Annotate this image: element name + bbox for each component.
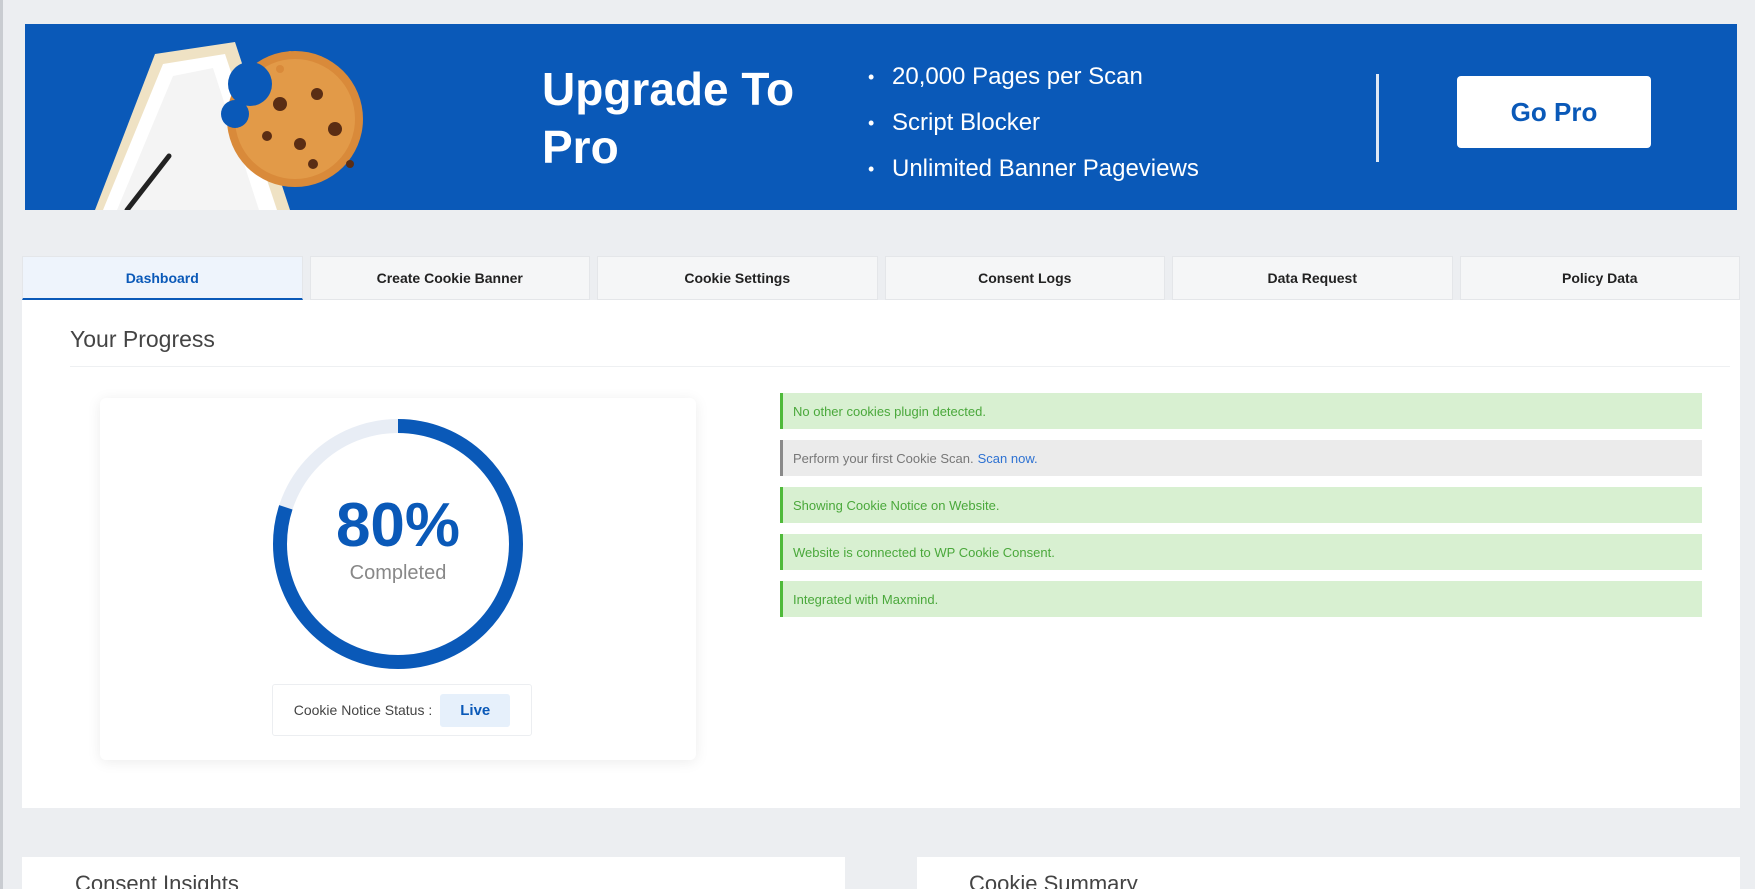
progress-completed-label: Completed <box>349 562 447 584</box>
banner-feature-item: Script Blocker <box>868 100 1199 146</box>
cookie-summary-card: Cookie Summary <box>917 857 1740 889</box>
tab-policy-data[interactable]: Policy Data <box>1459 256 1740 300</box>
banner-title: Upgrade To Pro <box>542 63 795 173</box>
notice-text: Showing Cookie Notice on Website. <box>793 497 1000 513</box>
status-label: Cookie Notice Status : <box>293 702 433 718</box>
status-badge: Live <box>440 693 511 727</box>
progress-card: 80% Completed Cookie Notice Status : Liv… <box>100 398 696 760</box>
cookie-notice-status: Cookie Notice Status : Live <box>272 684 532 736</box>
tab-dashboard[interactable]: Dashboard <box>22 256 303 300</box>
scan-now-link[interactable]: Scan now. <box>978 451 1038 466</box>
notice-item: Showing Cookie Notice on Website. <box>780 487 1702 523</box>
notice-item: Website is connected to WP Cookie Consen… <box>780 534 1702 570</box>
progress-heading: Your Progress <box>70 326 215 352</box>
banner-divider <box>1376 74 1379 162</box>
window-edge <box>0 0 3 889</box>
tab-create-cookie-banner[interactable]: Create Cookie Banner <box>309 256 590 300</box>
notice-item: No other cookies plugin detected. <box>780 393 1702 429</box>
notice-text: Website is connected to WP Cookie Consen… <box>793 544 1055 560</box>
go-pro-button[interactable]: Go Pro <box>1457 76 1651 148</box>
banner-feature-list: 20,000 Pages per Scan Script Blocker Unl… <box>868 54 1199 192</box>
notice-item: Perform your first Cookie Scan. Scan now… <box>780 440 1702 476</box>
progress-percent: 80% <box>335 491 461 560</box>
upgrade-banner: Upgrade To Pro 20,000 Pages per Scan Scr… <box>25 24 1737 210</box>
cookie-summary-title: Cookie Summary <box>969 871 1138 889</box>
banner-feature-item: 20,000 Pages per Scan <box>868 54 1199 100</box>
notice-text: No other cookies plugin detected. <box>793 403 986 419</box>
cookie-illustration <box>95 42 363 210</box>
tab-cookie-settings[interactable]: Cookie Settings <box>597 256 878 300</box>
progress-panel: Your Progress 80% Completed Cookie Notic… <box>22 300 1740 808</box>
tab-consent-logs[interactable]: Consent Logs <box>884 256 1165 300</box>
consent-insights-title: Consent Insights <box>75 871 239 889</box>
notice-text: Integrated with Maxmind. <box>793 591 939 607</box>
notice-item: Integrated with Maxmind. <box>780 581 1702 617</box>
notice-text: Perform your first Cookie Scan. <box>793 450 974 466</box>
notice-list: No other cookies plugin detected. Perfor… <box>780 393 1702 628</box>
tab-data-request[interactable]: Data Request <box>1172 256 1453 300</box>
divider <box>70 366 1730 367</box>
tab-bar: Dashboard Create Cookie Banner Cookie Se… <box>22 256 1740 300</box>
consent-insights-card: Consent Insights <box>22 857 845 889</box>
banner-feature-item: Unlimited Banner Pageviews <box>868 146 1199 192</box>
